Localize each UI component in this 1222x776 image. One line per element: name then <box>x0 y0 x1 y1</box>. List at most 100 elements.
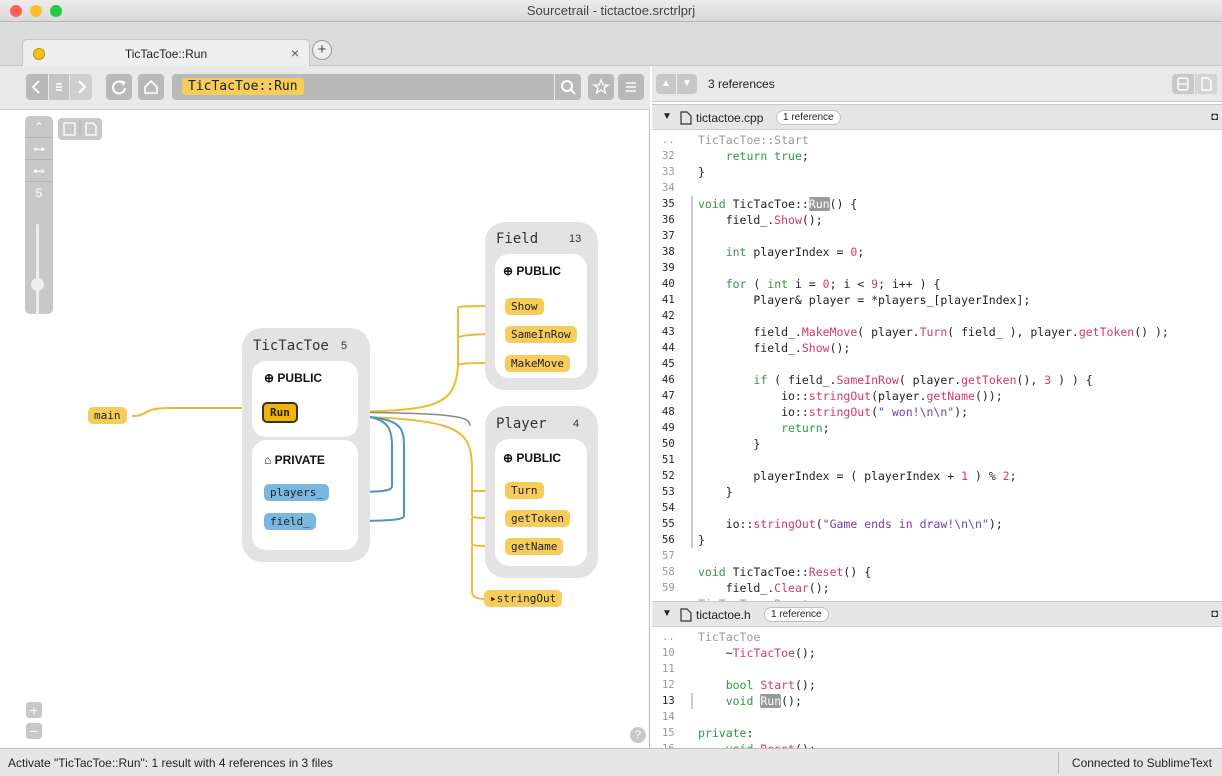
code-line[interactable]: 58 void TicTacToe::Reset() { <box>652 564 1222 580</box>
active-scope-bar <box>691 516 693 532</box>
function-node-run[interactable]: Run <box>262 402 298 423</box>
function-node-turn[interactable]: Turn <box>505 482 544 499</box>
code-token[interactable]: getName <box>926 389 974 403</box>
collapse-arrow-icon[interactable]: ▼ <box>662 608 672 619</box>
code-line[interactable]: 45 <box>652 356 1222 372</box>
code-line[interactable]: 15 private: <box>652 725 1222 741</box>
code-token[interactable]: Start <box>760 678 795 692</box>
member-count-badge[interactable]: 13 <box>569 233 581 245</box>
zoom-out-button[interactable]: − <box>26 723 42 739</box>
code-line[interactable]: 46 if ( field_.SameInRow( player.getToke… <box>652 372 1222 388</box>
code-line[interactable]: 12 bool Start(); <box>652 677 1222 693</box>
highlighted-symbol[interactable]: Run <box>760 694 782 708</box>
code-token: ; <box>857 245 865 259</box>
code-line[interactable]: 16 void Reset(); <box>652 741 1222 748</box>
tab-tictactoe-run[interactable]: TicTacToe::Run × <box>22 39 310 66</box>
add-tab-button[interactable]: + <box>312 40 332 60</box>
code-token: i = <box>788 277 823 291</box>
code-line[interactable]: 53 } <box>652 484 1222 500</box>
ide-connection-status[interactable]: Connected to SublimeText <box>1072 756 1212 770</box>
maximize-file-icon[interactable]: ◘ <box>1211 111 1218 123</box>
code-line[interactable]: 47 io::stringOut(player.getName()); <box>652 388 1222 404</box>
code-line[interactable]: 43 field_.MakeMove( player.Turn( field_ … <box>652 324 1222 340</box>
code-line[interactable]: 42 <box>652 308 1222 324</box>
file-header-tictactoe-cpp[interactable]: ▼ tictactoe.cpp 1 reference ◘ <box>652 104 1222 130</box>
collapse-arrow-icon[interactable]: ▼ <box>662 111 672 122</box>
tab-bar: TicTacToe::Run × + <box>0 22 1222 66</box>
code-token: void <box>725 694 754 708</box>
code-token[interactable]: Turn <box>920 325 948 339</box>
code-line[interactable]: 48 io::stringOut(" won!\n\n"); <box>652 404 1222 420</box>
code-line[interactable]: 14 <box>652 709 1222 725</box>
context-line[interactable]: .. TicTacToe <box>652 629 1222 645</box>
function-node-main[interactable]: main <box>88 407 127 424</box>
code-line[interactable]: 49 return; <box>652 420 1222 436</box>
code-line[interactable]: 38 int playerIndex = 0; <box>652 244 1222 260</box>
variable-node-players[interactable]: players_ <box>264 484 329 501</box>
file-header-tictactoe-h[interactable]: ▼ tictactoe.h 1 reference ◘ <box>652 601 1222 627</box>
code-line[interactable]: 56} <box>652 532 1222 548</box>
code-token[interactable]: SameInRow <box>837 373 899 387</box>
code-token[interactable]: Show <box>802 341 830 355</box>
code-line[interactable]: 39 <box>652 260 1222 276</box>
code-line[interactable]: 50 } <box>652 436 1222 452</box>
minimize-window-icon[interactable] <box>30 5 42 17</box>
globe-icon: ⊕ <box>503 264 514 278</box>
status-divider <box>1058 752 1059 774</box>
previous-reference-button[interactable]: ▲ <box>656 74 676 94</box>
code-token[interactable]: Clear <box>774 581 809 595</box>
code-token[interactable]: stringOut <box>753 517 815 531</box>
function-node-stringout[interactable]: ▸stringOut <box>484 590 563 607</box>
edge-run-stringout[interactable] <box>471 546 487 600</box>
code-line[interactable]: 52 playerIndex = ( playerIndex + 1 ) % 2… <box>652 468 1222 484</box>
file-icon <box>680 608 692 622</box>
highlighted-symbol[interactable]: Run <box>808 197 830 211</box>
zoom-window-icon[interactable] <box>50 5 62 17</box>
function-node-makemove[interactable]: MakeMove <box>505 355 570 372</box>
code-line[interactable]: 10 ~TicTacToe(); <box>652 645 1222 661</box>
line-number: 57 <box>662 550 675 562</box>
code-line[interactable]: 57 <box>652 548 1222 564</box>
close-window-icon[interactable] <box>10 5 22 17</box>
edge-main-run[interactable] <box>131 407 260 417</box>
code-line[interactable]: 40 for ( int i = 0; i < 9; i++ ) { <box>652 276 1222 292</box>
code-token[interactable]: getToken <box>961 373 1016 387</box>
function-node-sameinrow[interactable]: SameInRow <box>505 326 577 343</box>
code-line[interactable]: 35 void TicTacToe::Run() { <box>652 196 1222 212</box>
list-view-button[interactable] <box>1172 74 1194 94</box>
code-text: void Run(); <box>698 693 802 709</box>
next-reference-button[interactable]: ▼ <box>677 74 697 94</box>
code-line[interactable]: 55 io::stringOut("Game ends in draw!\n\n… <box>652 516 1222 532</box>
code-token[interactable]: Show <box>774 213 802 227</box>
code-line[interactable]: 13 void Run(); <box>652 693 1222 709</box>
tab-close-icon[interactable]: × <box>291 45 299 61</box>
code-token[interactable]: Reset <box>809 565 844 579</box>
code-line[interactable]: 54 <box>652 500 1222 516</box>
function-node-gettoken[interactable]: getToken <box>505 510 570 527</box>
code-token[interactable]: stringOut <box>809 389 871 403</box>
function-node-show[interactable]: Show <box>505 298 544 315</box>
code-line[interactable]: 34 <box>652 180 1222 196</box>
variable-node-field[interactable]: field_ <box>264 513 316 530</box>
code-line[interactable]: 33} <box>652 164 1222 180</box>
code-line[interactable]: 44 field_.Show(); <box>652 340 1222 356</box>
member-count-badge[interactable]: 4 <box>573 418 579 430</box>
code-line[interactable]: 41 Player& player = *players_[playerInde… <box>652 292 1222 308</box>
code-line[interactable]: 59 field_.Clear(); <box>652 580 1222 596</box>
code-line[interactable]: 32 return true; <box>652 148 1222 164</box>
member-count-badge[interactable]: 5 <box>341 340 347 352</box>
function-node-getname[interactable]: getName <box>505 538 564 555</box>
single-file-view-button[interactable] <box>1195 74 1217 94</box>
code-token[interactable]: TicTacToe <box>733 646 795 660</box>
code-line[interactable]: 36 field_.Show(); <box>652 212 1222 228</box>
code-token[interactable]: stringOut <box>809 405 871 419</box>
zoom-in-button[interactable]: + <box>26 702 42 718</box>
code-line[interactable]: 11 <box>652 661 1222 677</box>
context-line[interactable]: .. TicTacToe::Start <box>652 132 1222 148</box>
code-token[interactable]: getToken <box>1079 325 1134 339</box>
maximize-file-icon[interactable]: ◘ <box>1211 608 1218 620</box>
code-line[interactable]: 51 <box>652 452 1222 468</box>
code-token[interactable]: MakeMove <box>802 325 857 339</box>
help-icon[interactable]: ? <box>630 727 646 743</box>
code-line[interactable]: 37 <box>652 228 1222 244</box>
